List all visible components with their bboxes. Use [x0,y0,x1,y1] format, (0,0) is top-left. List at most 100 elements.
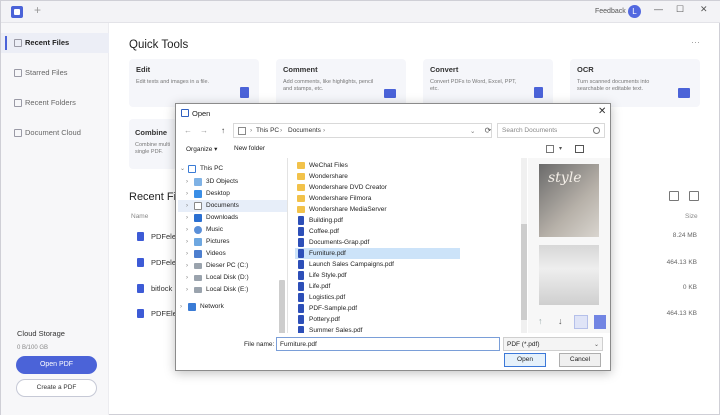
open-pdf-button[interactable]: Open PDF [16,356,97,374]
scrollbar[interactable] [279,280,285,333]
chevron-icon[interactable]: › [186,188,188,200]
tool-card-ocr[interactable]: OCR Turn scanned documents into searchab… [570,59,700,107]
list-item[interactable]: Life Style.pdf [295,270,460,281]
minimize-icon[interactable]: — [654,4,663,14]
arrow-down-icon[interactable]: ↓ [558,316,563,326]
tool-card-convert[interactable]: Convert Convert PDFs to Word, Excel, PPT… [423,59,553,107]
chevron-icon[interactable]: › [186,284,188,296]
nav-item-drive-d[interactable]: › Local Disk (D:) [178,272,287,284]
refresh-icon[interactable]: ⟳ [482,123,494,138]
list-item[interactable]: Life.pdf [295,281,460,292]
nav-item-this-pc[interactable]: ⌄ This PC [178,163,287,175]
sidebar-item-recent-files[interactable]: Recent Files [1,33,109,53]
file-list-scrollbar[interactable] [521,158,527,333]
file-name-input[interactable]: Furniture.pdf [276,337,500,351]
arrow-up-icon[interactable]: ↑ [538,316,543,326]
list-item[interactable]: Wondershare Filmora [295,193,460,204]
avatar[interactable]: L [628,5,641,18]
list-item[interactable]: PDF-Sample.pdf [295,303,460,314]
sidebar-item-recent-folders[interactable]: Recent Folders [1,93,109,113]
list-item[interactable]: Launch Sales Campaigns.pdf [295,259,460,270]
list-item[interactable]: Documents-Grap.pdf [295,237,460,248]
chevron-down-icon[interactable]: ▾ [559,145,562,152]
chevron-icon[interactable]: › [186,212,188,224]
sidebar-item-document-cloud[interactable]: Document Cloud [1,123,109,143]
search-input[interactable]: Search Documents [497,123,605,138]
list-item[interactable]: Coffee.pdf [295,226,460,237]
new-folder-button[interactable]: New folder [234,145,265,152]
tool-card-edit[interactable]: Edit Edit texts and images in a file. [129,59,259,107]
page-view-icon[interactable] [594,315,606,329]
breadcrumb-documents[interactable]: Documents [288,127,321,134]
nav-item-drive-e[interactable]: › Local Disk (E:) [178,284,287,296]
card-title: OCR [577,65,594,74]
create-pdf-button[interactable]: Create a PDF [16,379,97,397]
download-icon [194,214,202,222]
cancel-button[interactable]: Cancel [559,353,601,367]
up-icon[interactable]: ↑ [221,126,225,135]
nav-item-videos[interactable]: › Videos [178,248,287,260]
chevron-icon[interactable]: › [186,176,188,188]
chevron-icon[interactable]: › [186,272,188,284]
thumbnail-view-icon[interactable] [574,315,588,329]
tool-card-comment[interactable]: Comment Add comments, like highlights, p… [276,59,406,107]
address-bar[interactable]: › This PC › Documents › ⌄ [233,123,492,138]
scrollbar-thumb[interactable] [521,224,527,320]
nav-item-documents[interactable]: › Documents [178,200,287,212]
nav-item-network[interactable]: › Network [178,301,287,313]
nav-item-music[interactable]: › Music [178,224,287,236]
nav-item-drive-c[interactable]: › Dieser PC (C:) [178,260,287,272]
forward-icon[interactable]: → [200,126,208,135]
list-item[interactable]: Wondershare MediaServer [295,204,460,215]
nav-item-desktop[interactable]: › Desktop [178,188,287,200]
sidebar-item-starred-files[interactable]: Starred Files [1,63,109,83]
grid-view-icon[interactable] [669,191,679,201]
file-name: PDFEle [151,309,177,318]
chevron-icon[interactable]: › [186,200,188,212]
new-tab-icon[interactable]: + [34,3,41,17]
nav-label: Desktop [206,190,230,197]
table-row[interactable]: bitlock [129,281,177,301]
table-row[interactable]: PDFEle [129,306,177,326]
breadcrumb-this-pc[interactable]: This PC [256,127,279,134]
dialog-close-icon[interactable]: ✕ [598,106,606,117]
feedback-link[interactable]: Feedback [595,8,626,15]
list-item[interactable]: Pottery.pdf [295,314,460,325]
table-row[interactable]: PDFele [129,229,177,249]
list-item[interactable]: Wondershare [295,171,460,182]
chevron-icon[interactable]: › [186,224,188,236]
more-icon[interactable]: ··· [691,37,700,47]
table-row[interactable]: PDFele [129,255,177,275]
nav-item-3d-objects[interactable]: › 3D Objects [178,176,287,188]
list-view-icon[interactable] [689,191,699,201]
nav-label: Network [200,303,224,310]
nav-label: Dieser PC (C:) [206,262,249,269]
list-item[interactable]: Wondershare DVD Creator [295,182,460,193]
chevron-icon[interactable]: › [186,260,188,272]
preview-pane-icon[interactable] [575,145,584,153]
nav-item-pictures[interactable]: › Pictures [178,236,287,248]
organize-button[interactable]: Organize ▾ [186,145,217,153]
sidebar-item-label: Document Cloud [25,128,81,137]
list-item[interactable]: Building.pdf [295,215,460,226]
chevron-icon[interactable]: ⌄ [180,163,185,175]
maximize-icon[interactable]: ☐ [676,4,684,15]
view-options-icon[interactable] [546,145,554,153]
chevron-icon[interactable]: › [180,301,182,313]
chevron-down-icon[interactable]: ⌄ [470,127,475,135]
list-item-selected[interactable]: Furniture.pdf [295,248,460,259]
size-column-header[interactable]: Size [685,213,698,220]
tool-card-combine[interactable]: Combine Combine multi single PDF. [129,119,177,169]
close-icon[interactable]: ✕ [700,4,708,15]
back-icon[interactable]: ← [184,126,192,135]
comment-icon [384,89,396,98]
name-column-header[interactable]: Name [131,213,148,220]
open-button[interactable]: Open [504,353,546,367]
nav-item-downloads[interactable]: › Downloads [178,212,287,224]
list-item[interactable]: Logistics.pdf [295,292,460,303]
chevron-icon[interactable]: › [186,236,188,248]
list-item[interactable]: WeChat Files [295,160,460,171]
file-type-select[interactable]: PDF (*.pdf) ⌄ [503,337,603,351]
chevron-icon[interactable]: › [186,248,188,260]
list-item[interactable]: Summer Sales.pdf [295,325,460,333]
